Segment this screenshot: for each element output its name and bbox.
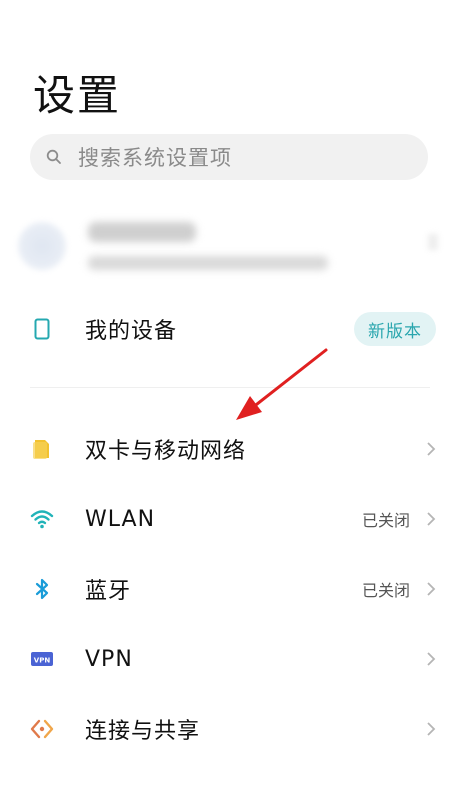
settings-item-bluetooth[interactable]: 蓝牙 已关闭 xyxy=(0,554,458,624)
my-device-row[interactable]: 我的设备 新版本 xyxy=(0,294,458,364)
item-label: 连接与共享 xyxy=(85,719,201,744)
item-label: WLAN xyxy=(85,506,156,532)
chevron-right-icon xyxy=(428,234,438,250)
chevron-right-icon xyxy=(426,581,436,597)
settings-item-sim[interactable]: 双卡与移动网络 xyxy=(0,414,458,484)
item-status: 已关闭 xyxy=(361,581,410,600)
chevron-right-icon xyxy=(426,511,436,527)
chevron-right-icon xyxy=(426,441,436,457)
account-subtitle-redacted xyxy=(88,256,328,270)
item-label: VPN xyxy=(85,646,133,672)
sim-card-icon xyxy=(30,437,54,461)
new-version-badge[interactable]: 新版本 xyxy=(354,312,436,346)
search-icon xyxy=(46,149,62,165)
bluetooth-icon xyxy=(30,577,54,601)
settings-item-wlan[interactable]: WLAN 已关闭 xyxy=(0,484,458,554)
connection-share-icon xyxy=(30,717,54,741)
settings-item-vpn[interactable]: VPN VPN xyxy=(0,624,458,694)
my-device-label: 我的设备 xyxy=(85,319,178,344)
avatar xyxy=(18,222,66,270)
svg-text:VPN: VPN xyxy=(34,657,51,665)
search-input[interactable]: 搜索系统设置项 xyxy=(30,134,428,180)
account-name-redacted xyxy=(88,222,196,242)
divider xyxy=(30,387,430,388)
chevron-right-icon xyxy=(426,651,436,667)
phone-icon xyxy=(30,317,54,341)
search-placeholder: 搜索系统设置项 xyxy=(78,146,232,170)
vpn-icon: VPN xyxy=(30,647,54,671)
settings-item-connection-sharing[interactable]: 连接与共享 xyxy=(0,694,458,764)
item-status: 已关闭 xyxy=(361,511,410,530)
item-label: 双卡与移动网络 xyxy=(85,439,247,464)
account-row[interactable] xyxy=(0,200,458,288)
item-label: 蓝牙 xyxy=(85,579,132,604)
wifi-icon xyxy=(30,507,54,531)
chevron-right-icon xyxy=(426,721,436,737)
page-title: 设置 xyxy=(33,71,122,120)
